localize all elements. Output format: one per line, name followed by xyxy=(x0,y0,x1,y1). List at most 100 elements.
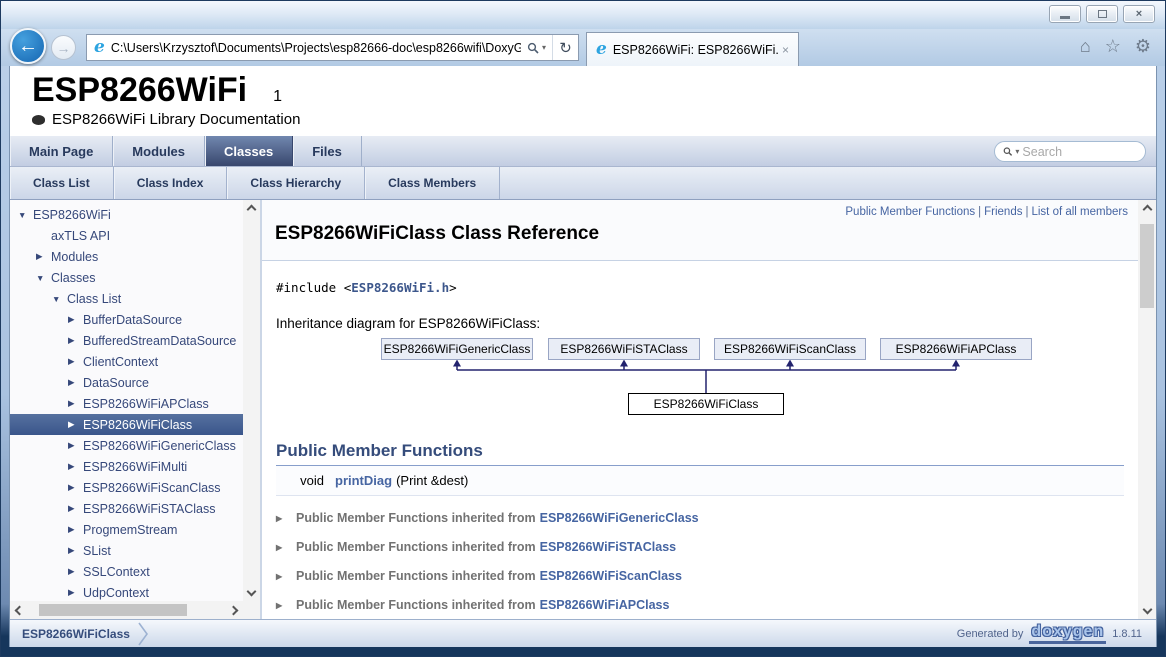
member-name-link[interactable]: printDiag xyxy=(335,473,392,488)
scroll-down-icon[interactable] xyxy=(247,587,257,597)
tab-classes[interactable]: Classes xyxy=(205,136,293,166)
minimize-button[interactable] xyxy=(1049,5,1081,23)
doxygen-logo[interactable]: doxygen xyxy=(1029,623,1106,644)
refresh-button[interactable]: ↻ xyxy=(552,35,578,60)
generated-by: Generated by doxygen 1.8.11 xyxy=(957,623,1156,644)
address-url[interactable]: C:\Users\Krzysztof\Documents\Projects\es… xyxy=(111,41,521,55)
sidebar-item-esp8266wifistaclass[interactable]: ESP8266WiFiSTAClass xyxy=(10,498,243,519)
tab-class-list[interactable]: Class List xyxy=(10,167,114,199)
sidebar-item-classes[interactable]: Classes xyxy=(10,267,243,288)
project-name: ESP8266WiFi1 xyxy=(32,71,1156,110)
sidebar-item-bufferedstreamdatasource[interactable]: BufferedStreamDataSource xyxy=(10,330,243,351)
tab-class-hierarchy[interactable]: Class Hierarchy xyxy=(227,167,365,199)
expand-icon[interactable] xyxy=(68,503,83,514)
expand-icon[interactable] xyxy=(68,545,83,556)
diagram-node-apclass[interactable]: ESP8266WiFiAPClass xyxy=(880,338,1032,360)
sidebar-item-bufferdatasource[interactable]: BufferDataSource xyxy=(10,309,243,330)
content-vertical-scrollbar[interactable] xyxy=(1138,200,1156,619)
inherited-section-genericclass[interactable]: Public Member Functions inherited from E… xyxy=(276,511,1124,525)
inherited-class-link[interactable]: ESP8266WiFiAPClass xyxy=(540,598,670,612)
inherited-class-link[interactable]: ESP8266WiFiScanClass xyxy=(540,569,682,583)
summary-link-friends[interactable]: Friends xyxy=(984,206,1022,218)
scroll-up-icon[interactable] xyxy=(247,205,257,215)
settings-button[interactable]: ⚙ xyxy=(1135,36,1151,57)
expand-icon[interactable] xyxy=(68,377,83,388)
expand-icon[interactable] xyxy=(68,587,83,598)
collapse-icon[interactable] xyxy=(36,273,51,283)
collapse-icon[interactable] xyxy=(18,210,33,220)
breadcrumb[interactable]: ESP8266WiFiClass xyxy=(10,627,130,641)
sidebar-item-clientcontext[interactable]: ClientContext xyxy=(10,351,243,372)
sidebar-item-class-list[interactable]: Class List xyxy=(10,288,243,309)
content-header: Public Member Functions|Friends|List of … xyxy=(262,200,1138,261)
inherited-section-staclass[interactable]: Public Member Functions inherited from E… xyxy=(276,540,1124,554)
expand-icon[interactable] xyxy=(68,482,83,493)
summary-link-public-members[interactable]: Public Member Functions xyxy=(845,206,975,218)
address-search-button[interactable]: ▾ xyxy=(521,42,552,54)
tab-class-index[interactable]: Class Index xyxy=(114,167,228,199)
expand-icon[interactable] xyxy=(68,461,83,472)
diagram-node-staclass[interactable]: ESP8266WiFiSTAClass xyxy=(548,338,700,360)
expand-icon[interactable] xyxy=(36,251,51,262)
inherited-class-link[interactable]: ESP8266WiFiSTAClass xyxy=(540,540,677,554)
expand-icon[interactable] xyxy=(276,572,291,581)
expand-icon[interactable] xyxy=(68,398,83,409)
inherited-section-scanclass[interactable]: Public Member Functions inherited from E… xyxy=(276,569,1124,583)
scroll-left-icon[interactable] xyxy=(15,605,25,615)
sidebar-item-modules[interactable]: Modules xyxy=(10,246,243,267)
sidebar-vertical-scrollbar[interactable] xyxy=(243,200,260,601)
sidebar-horizontal-scrollbar[interactable] xyxy=(10,601,243,619)
scroll-down-icon[interactable] xyxy=(1142,605,1152,615)
inherited-section-apclass[interactable]: Public Member Functions inherited from E… xyxy=(276,598,1124,612)
include-file-link[interactable]: ESP8266WiFi.h xyxy=(351,280,449,295)
back-button[interactable]: ← xyxy=(10,28,46,64)
expand-icon[interactable] xyxy=(276,543,291,552)
expand-icon[interactable] xyxy=(68,314,83,325)
expand-icon[interactable] xyxy=(68,524,83,535)
collapse-icon[interactable] xyxy=(52,294,67,304)
expand-icon[interactable] xyxy=(68,440,83,451)
browser-tab[interactable]: e ESP8266WiFi: ESP8266WiFi... × xyxy=(586,32,799,66)
sidebar-item-slist[interactable]: SList xyxy=(10,540,243,561)
scrollbar-thumb[interactable] xyxy=(1140,224,1154,308)
sidebar-item-progmemstream[interactable]: ProgmemStream xyxy=(10,519,243,540)
scroll-right-icon[interactable] xyxy=(229,605,239,615)
tab-modules[interactable]: Modules xyxy=(113,136,205,166)
include-line: #include <ESP8266WiFi.h> xyxy=(276,280,1124,295)
forward-button[interactable]: → xyxy=(51,35,76,60)
tab-close-button[interactable]: × xyxy=(780,43,791,57)
summary-link-all-members[interactable]: List of all members xyxy=(1031,206,1128,218)
sidebar-item-esp8266wifimulti[interactable]: ESP8266WiFiMulti xyxy=(10,456,243,477)
sidebar-item-udpcontext[interactable]: UdpContext xyxy=(10,582,243,601)
scroll-up-icon[interactable] xyxy=(1142,205,1152,215)
diagram-node-scanclass[interactable]: ESP8266WiFiScanClass xyxy=(714,338,866,360)
home-button[interactable]: ⌂ xyxy=(1080,36,1091,57)
inherited-class-link[interactable]: ESP8266WiFiGenericClass xyxy=(540,511,699,525)
search-input[interactable] xyxy=(1022,145,1137,159)
favorites-button[interactable]: ☆ xyxy=(1105,36,1121,57)
tab-main-page[interactable]: Main Page xyxy=(10,136,113,166)
tab-class-members[interactable]: Class Members xyxy=(365,167,500,199)
sidebar-item-esp8266wificlass[interactable]: ESP8266WiFiClass xyxy=(10,414,243,435)
restore-button[interactable] xyxy=(1086,5,1118,23)
expand-icon[interactable] xyxy=(276,601,291,610)
diagram-node-genericclass[interactable]: ESP8266WiFiGenericClass xyxy=(381,338,533,360)
expand-icon[interactable] xyxy=(68,356,83,367)
expand-icon[interactable] xyxy=(68,419,83,430)
address-bar[interactable]: e C:\Users\Krzysztof\Documents\Projects\… xyxy=(86,34,579,61)
sidebar-item-esp8266wifiapclass[interactable]: ESP8266WiFiAPClass xyxy=(10,393,243,414)
sidebar-item-esp8266wifigenericclass[interactable]: ESP8266WiFiGenericClass xyxy=(10,435,243,456)
member-args: (Print &dest) xyxy=(396,473,468,488)
expand-icon[interactable] xyxy=(68,335,83,346)
close-button[interactable]: × xyxy=(1123,5,1155,23)
sidebar-item-datasource[interactable]: DataSource xyxy=(10,372,243,393)
sidebar-item-sslcontext[interactable]: SSLContext xyxy=(10,561,243,582)
sidebar-item-esp8266wifiscanclass[interactable]: ESP8266WiFiScanClass xyxy=(10,477,243,498)
expand-icon[interactable] xyxy=(68,566,83,577)
scrollbar-thumb[interactable] xyxy=(39,604,187,616)
sidebar-item-esp8266wifi[interactable]: ESP8266WiFi xyxy=(10,204,243,225)
doc-search-box[interactable]: ▾ xyxy=(994,141,1146,162)
tab-files[interactable]: Files xyxy=(293,136,362,166)
expand-icon[interactable] xyxy=(276,514,291,523)
sidebar-item-axtls-api[interactable]: axTLS API xyxy=(10,225,243,246)
